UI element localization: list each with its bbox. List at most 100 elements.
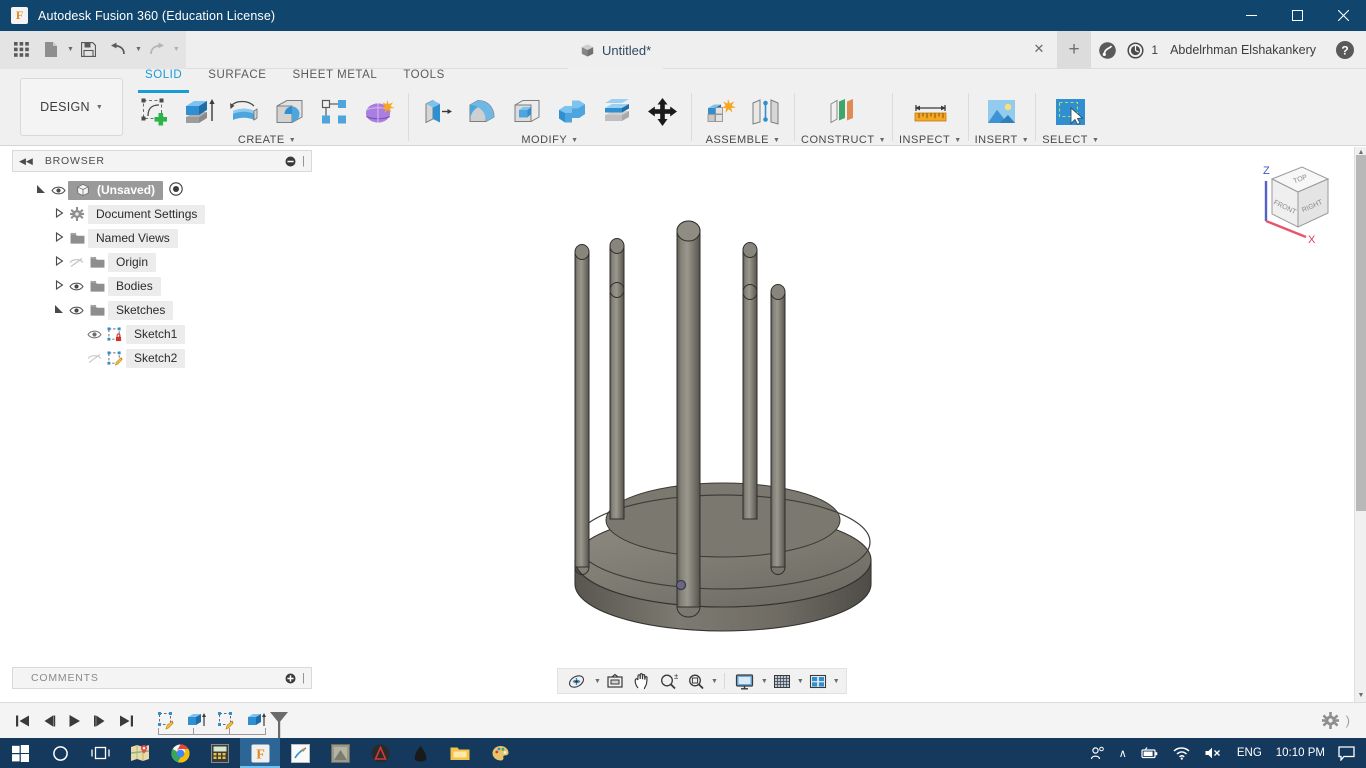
activate-component-radio[interactable] xyxy=(169,181,183,199)
tree-item-bodies[interactable]: Bodies xyxy=(12,274,312,298)
volume-muted-icon[interactable] xyxy=(1197,738,1229,768)
app-grid-icon[interactable] xyxy=(6,35,36,65)
new-document-tab-button[interactable]: + xyxy=(1057,31,1091,69)
select-icon[interactable] xyxy=(1048,91,1093,133)
viewports-icon[interactable] xyxy=(805,670,831,692)
redo-icon[interactable] xyxy=(142,35,172,65)
timeline-first-icon[interactable] xyxy=(10,709,34,733)
job-status-icon[interactable] xyxy=(1122,37,1148,63)
help-icon[interactable]: ? xyxy=(1332,37,1358,63)
display-settings-icon[interactable] xyxy=(731,670,759,692)
visibility-icon[interactable] xyxy=(84,329,104,340)
taskbar-app-explorer[interactable] xyxy=(440,738,480,768)
revolve-icon[interactable] xyxy=(222,91,267,133)
panel-insert-title[interactable]: INSERT ▼ xyxy=(975,134,1030,146)
close-button[interactable] xyxy=(1320,0,1366,31)
expander-open-icon[interactable] xyxy=(34,183,48,197)
workspace-switcher-button[interactable]: DESIGN ▼ xyxy=(20,78,123,136)
expander-closed-icon[interactable] xyxy=(52,279,66,292)
browser-minimize-icon[interactable]: | xyxy=(285,155,305,167)
panel-assemble-title[interactable]: ASSEMBLE ▼ xyxy=(706,134,781,146)
clock[interactable]: 10:10 PM xyxy=(1270,747,1331,759)
undo-icon[interactable] xyxy=(104,35,134,65)
timeline-prev-icon[interactable] xyxy=(36,709,60,733)
maximize-button[interactable] xyxy=(1274,0,1320,31)
timeline-resize-grip[interactable]: ) xyxy=(1346,713,1350,728)
language-indicator[interactable]: ENG xyxy=(1229,747,1270,759)
taskbar-app-chrome[interactable] xyxy=(160,738,200,768)
display-dropdown-caret[interactable]: ▼ xyxy=(761,678,768,685)
notification-icon[interactable] xyxy=(1331,738,1362,768)
tree-item-origin[interactable]: Origin xyxy=(12,250,312,274)
taskbar-app-editor[interactable] xyxy=(280,738,320,768)
joint-icon[interactable] xyxy=(743,91,788,133)
wifi-icon[interactable] xyxy=(1166,738,1197,768)
form-icon[interactable] xyxy=(357,91,402,133)
tree-item-document-settings[interactable]: Document Settings xyxy=(12,202,312,226)
visibility-off-icon[interactable] xyxy=(84,353,104,364)
zoom-icon[interactable]: ± xyxy=(655,670,682,692)
fillet-icon[interactable] xyxy=(460,91,505,133)
taskbar-app-audacity[interactable] xyxy=(360,738,400,768)
expander-open-icon[interactable] xyxy=(52,303,66,317)
visibility-off-icon[interactable] xyxy=(66,257,86,268)
visibility-icon[interactable] xyxy=(66,281,86,292)
tab-sheet-metal[interactable]: SHEET METAL xyxy=(279,69,390,90)
task-view[interactable] xyxy=(80,738,120,768)
timeline-play-icon[interactable] xyxy=(62,709,86,733)
timeline-last-icon[interactable] xyxy=(114,709,138,733)
taskbar-app-calculator[interactable] xyxy=(200,738,240,768)
panel-modify-title[interactable]: MODIFY ▼ xyxy=(521,134,578,146)
timeline-settings-button[interactable]: ) xyxy=(1321,712,1350,729)
scroll-down-arrow[interactable]: ▼ xyxy=(1357,692,1365,700)
add-comment-icon[interactable]: | xyxy=(285,672,305,684)
data-panel-icon[interactable] xyxy=(1094,37,1120,63)
tab-surface[interactable]: SURFACE xyxy=(195,69,279,90)
taskbar-app-paint[interactable] xyxy=(480,738,520,768)
visibility-icon[interactable] xyxy=(48,185,68,196)
tray-chevron-icon[interactable]: ∧ xyxy=(1112,738,1134,768)
new-file-icon[interactable] xyxy=(36,35,66,65)
move-copy-icon[interactable] xyxy=(640,91,685,133)
new-file-dropdown-caret[interactable]: ▼ xyxy=(67,46,74,53)
taskbar-app-archive[interactable] xyxy=(320,738,360,768)
shell-icon[interactable] xyxy=(505,91,550,133)
look-at-icon[interactable] xyxy=(602,670,628,692)
pan-icon[interactable] xyxy=(629,670,654,692)
visibility-icon[interactable] xyxy=(66,305,86,316)
start-button[interactable] xyxy=(0,738,40,768)
expander-closed-icon[interactable] xyxy=(52,255,66,268)
tree-item-unsaved[interactable]: (Unsaved) xyxy=(12,178,312,202)
scrollbar-thumb[interactable] xyxy=(1356,155,1366,511)
taskbar-app-inkscape[interactable] xyxy=(400,738,440,768)
viewport-scrollbar[interactable]: ▲ ▼ xyxy=(1354,147,1366,702)
expander-closed-icon[interactable] xyxy=(52,207,66,220)
pattern-icon[interactable] xyxy=(312,91,357,133)
grid-snaps-icon[interactable] xyxy=(769,670,795,692)
cortana-search[interactable] xyxy=(40,738,80,768)
tree-item-sketch1[interactable]: Sketch1 xyxy=(12,322,312,346)
panel-create-title[interactable]: CREATE ▼ xyxy=(238,134,296,146)
view-cube[interactable]: TOP FRONT RIGHT Z X xyxy=(1250,155,1336,250)
extrude-icon[interactable] xyxy=(177,91,222,133)
new-component-icon[interactable] xyxy=(698,91,743,133)
save-icon[interactable] xyxy=(74,35,104,65)
undo-dropdown-caret[interactable]: ▼ xyxy=(135,46,142,53)
split-face-icon[interactable] xyxy=(595,91,640,133)
sweep-icon[interactable] xyxy=(267,91,312,133)
create-sketch-icon[interactable] xyxy=(132,91,177,133)
zoom-dropdown-caret[interactable]: ▼ xyxy=(711,678,718,685)
viewport-canvas[interactable]: TOP FRONT RIGHT Z X ▼ ± ▼ ▼ ▼ ▼ xyxy=(313,147,1354,702)
insert-image-icon[interactable] xyxy=(979,91,1024,133)
timeline-next-icon[interactable] xyxy=(88,709,112,733)
cad-model[interactable] xyxy=(313,147,1354,702)
tree-item-sketch2[interactable]: Sketch2 xyxy=(12,346,312,370)
zoom-window-icon[interactable] xyxy=(683,670,709,692)
battery-icon[interactable] xyxy=(1134,738,1166,768)
tab-solid[interactable]: SOLID xyxy=(132,69,195,93)
panel-inspect-title[interactable]: INSPECT ▼ xyxy=(899,134,962,146)
user-name-label[interactable]: Abdelrhman Elshakankery xyxy=(1170,43,1316,57)
panel-construct-title[interactable]: CONSTRUCT ▼ xyxy=(801,134,886,146)
taskbar-app-maps[interactable] xyxy=(120,738,160,768)
grid-dropdown-caret[interactable]: ▼ xyxy=(797,678,804,685)
